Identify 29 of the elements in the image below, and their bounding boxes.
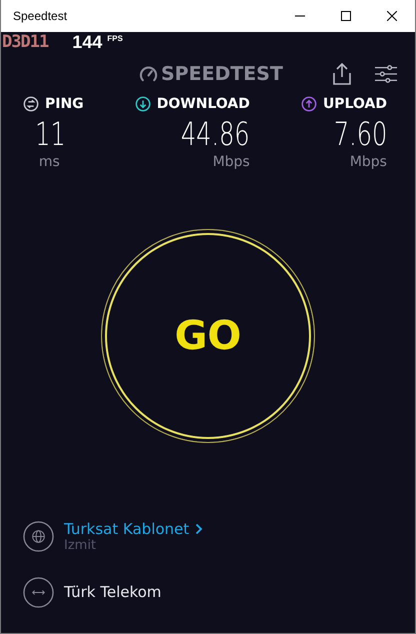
- metric-label: DOWNLOAD: [156, 96, 250, 112]
- metric-value: 7.60: [334, 114, 387, 154]
- logo-text: SPEEDTEST: [161, 63, 283, 85]
- fps-unit: FPS: [107, 34, 123, 43]
- settings-icon: [375, 63, 397, 85]
- arrows-icon: [23, 576, 54, 608]
- graphics-api-label: D3D11: [2, 32, 48, 52]
- chevron-icon: [195, 522, 204, 534]
- share-icon: [331, 63, 353, 85]
- go-button[interactable]: GO: [101, 228, 315, 442]
- close-icon: [387, 11, 397, 21]
- metric-unit: ms: [38, 154, 61, 170]
- metric-value: 44.86: [181, 114, 250, 154]
- gauge-icon: [139, 64, 158, 84]
- upload-icon: [300, 96, 317, 112]
- maximize-icon: [341, 11, 351, 21]
- fps-counter: 144: [72, 32, 102, 53]
- globe-icon: [23, 520, 54, 552]
- metric-label: PING: [45, 96, 84, 112]
- window-title: Speedtest: [12, 9, 68, 23]
- provider-name: Türk Telekom: [64, 583, 162, 601]
- metric-unit: Mbps: [350, 154, 387, 170]
- server-location: Izmit: [64, 538, 98, 552]
- metric-unit: Mbps: [212, 154, 250, 170]
- metric-value: 11: [34, 114, 67, 154]
- metric-label: UPLOAD: [322, 96, 387, 112]
- ping-icon: [23, 96, 39, 112]
- server-link[interactable]: Turksat Kablonet: [64, 520, 204, 538]
- download-icon: [134, 96, 151, 112]
